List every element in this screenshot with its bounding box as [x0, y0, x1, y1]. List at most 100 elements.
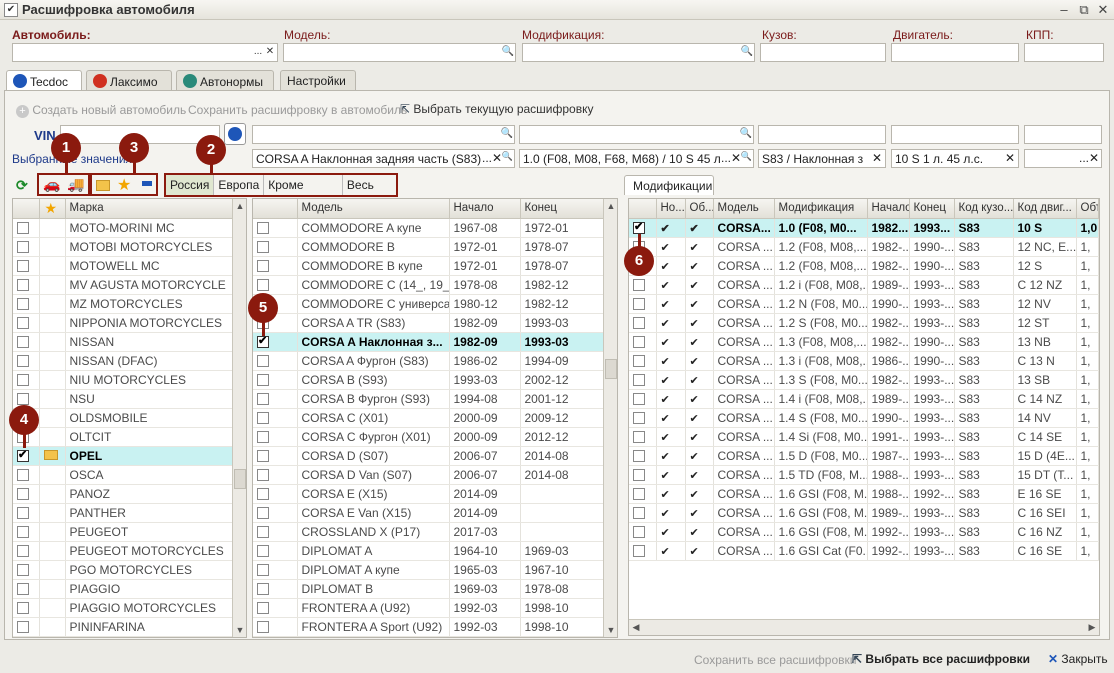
modification-row[interactable]: ✔ ✔ CORSA ... 1.2 N (F08, M0... 1990-... 1993…	[629, 294, 1099, 314]
brand-row[interactable]: OLDSMOBILE	[13, 408, 246, 428]
selected-modification-dots[interactable]: ...	[720, 151, 731, 165]
mods-scroll-left-icon[interactable]: ◀	[629, 620, 643, 634]
modification-checkbox[interactable]	[629, 294, 657, 314]
brand-checkbox[interactable]	[13, 370, 40, 390]
model-row[interactable]: CORSA C (X01) 2000-09 2009-12	[253, 408, 617, 428]
mods-body-code-header[interactable]: Код кузо...	[954, 199, 1014, 219]
model-checkbox[interactable]	[253, 351, 298, 371]
brand-favorite-cell[interactable]	[39, 256, 66, 276]
selected-gearbox-clear-icon[interactable]: ✕	[1089, 151, 1099, 165]
mods-model-header[interactable]: Модель	[713, 199, 775, 219]
brand-row[interactable]: MOTO-MORINI MC	[13, 218, 246, 238]
car-field[interactable]: ... ✕	[12, 43, 278, 62]
model-checkbox[interactable]	[253, 484, 298, 504]
brand-checkbox[interactable]	[13, 579, 40, 599]
model-checkbox[interactable]	[253, 579, 298, 599]
modification-checkbox[interactable]	[629, 446, 657, 466]
modification-checkbox[interactable]	[629, 541, 657, 561]
brands-scroll-thumb[interactable]	[234, 469, 246, 489]
brand-checkbox[interactable]	[13, 446, 40, 466]
models-scroll-thumb[interactable]	[605, 359, 617, 379]
brand-checkbox[interactable]	[13, 484, 40, 504]
tab-laximo[interactable]: Лаксимо	[86, 70, 172, 91]
brand-row[interactable]: PGO MOTORCYCLES	[13, 560, 246, 580]
model-row[interactable]: DIPLOMAT B 1969-03 1978-08	[253, 579, 617, 599]
modification-checkbox[interactable]	[629, 332, 657, 352]
model-checkbox[interactable]	[253, 465, 298, 485]
brand-row[interactable]: PEUGEOT	[13, 522, 246, 542]
mods-engine-code-header[interactable]: Код двиг...	[1013, 199, 1077, 219]
brand-row[interactable]: PIAGGIO	[13, 579, 246, 599]
model-checkbox[interactable]	[253, 408, 298, 428]
model-row[interactable]: DIPLOMAT A 1964-10 1969-03	[253, 541, 617, 561]
brand-checkbox[interactable]	[13, 351, 40, 371]
brand-favorite-cell[interactable]	[39, 275, 66, 295]
modification-checkbox[interactable]	[629, 351, 657, 371]
vin-body-field[interactable]	[758, 125, 886, 144]
create-car-button[interactable]: + Создать новый автомобиль	[16, 103, 186, 118]
mods-general-header[interactable]: Об...	[685, 199, 714, 219]
model-checkbox[interactable]	[253, 617, 298, 637]
selected-engine-field[interactable]: 10 S 1 л. 45 л.с. ✕	[891, 149, 1019, 168]
modification-checkbox[interactable]	[629, 389, 657, 409]
model-checkbox[interactable]	[253, 503, 298, 523]
car-icon[interactable]: 🚗	[43, 176, 60, 193]
model-row[interactable]: DIPLOMAT A купе 1965-03 1967-10	[253, 560, 617, 580]
brand-row[interactable]: NISSAN	[13, 332, 246, 352]
model-checkbox[interactable]	[253, 560, 298, 580]
modification-search-icon[interactable]: 🔍	[740, 44, 754, 61]
model-checkbox[interactable]	[253, 218, 298, 238]
modification-row[interactable]: ✔ ✔ CORSA ... 1.4 S (F08, M0... 1990-... 1993…	[629, 408, 1099, 428]
brand-favorite-cell[interactable]	[39, 560, 66, 580]
brands-name-header[interactable]: Марка	[65, 199, 246, 219]
mods-end-header[interactable]: Конец	[909, 199, 955, 219]
close-icon[interactable]: ✕	[1094, 1, 1112, 19]
vin-engine-field[interactable]	[891, 125, 1019, 144]
brand-favorite-cell[interactable]	[39, 408, 66, 428]
brand-checkbox[interactable]	[13, 332, 40, 352]
model-checkbox[interactable]	[253, 522, 298, 542]
save-decoding-button[interactable]: Сохранить расшифровку в автомобиль	[188, 103, 407, 117]
model-row[interactable]: COMMODORE B купе 1972-01 1978-07	[253, 256, 617, 276]
brand-row[interactable]: PANOZ	[13, 484, 246, 504]
brand-row[interactable]: MZ MOTORCYCLES	[13, 294, 246, 314]
modification-checkbox[interactable]	[629, 218, 657, 238]
model-checkbox[interactable]	[253, 427, 298, 447]
star-icon[interactable]: ★	[117, 175, 131, 195]
brand-row[interactable]: NIPPONIA MOTORCYCLES	[13, 313, 246, 333]
modification-row[interactable]: ✔ ✔ CORSA ... 1.4 Si (F08, M0... 1991-... 199…	[629, 427, 1099, 447]
select-all-button[interactable]: ⇱ Выбрать все расшифровки	[852, 652, 1030, 666]
refresh-icon[interactable]: ⟳	[16, 177, 28, 194]
tab-settings[interactable]: Настройки	[280, 70, 356, 91]
selected-engine-clear-icon[interactable]: ✕	[1004, 151, 1015, 165]
minus-icon[interactable]	[142, 181, 152, 186]
brand-checkbox[interactable]	[13, 237, 40, 257]
model-checkbox[interactable]	[253, 275, 298, 295]
mods-new-header[interactable]: Но...	[656, 199, 686, 219]
save-all-button[interactable]: Сохранить все расшифровки	[694, 653, 856, 667]
modification-row[interactable]: ✔ ✔ CORSA ... 1.6 GSI Cat (F0... 1992-... 199…	[629, 541, 1099, 561]
brand-favorite-cell[interactable]	[39, 522, 66, 542]
brand-checkbox[interactable]	[13, 275, 40, 295]
truck-icon[interactable]: 🚚	[67, 176, 84, 193]
model-row[interactable]: FRONTERA A (U92) 1992-03 1998-10	[253, 598, 617, 618]
scroll-up-icon[interactable]: ▲	[233, 199, 247, 213]
selected-model-dots[interactable]: ...	[481, 151, 492, 165]
brand-checkbox[interactable]	[13, 598, 40, 618]
models-scroll-up-icon[interactable]: ▲	[604, 199, 618, 213]
mods-check-header[interactable]	[629, 199, 657, 219]
model-row[interactable]: CORSA A Фургон (S83) 1986-02 1994-09	[253, 351, 617, 371]
brand-row[interactable]: PEUGEOT MOTORCYCLES	[13, 541, 246, 561]
model-checkbox[interactable]	[253, 256, 298, 276]
region-non-europe-button[interactable]: Кроме европы	[264, 175, 343, 212]
selected-modification-clear-icon[interactable]: ✕	[730, 151, 741, 165]
modification-checkbox[interactable]	[629, 465, 657, 485]
selected-model-field[interactable]: CORSA A Наклонная задняя часть (S83) ...…	[252, 149, 515, 168]
brand-checkbox[interactable]	[13, 541, 40, 561]
model-checkbox[interactable]	[253, 370, 298, 390]
selected-model-search-icon[interactable]: 🔍	[501, 151, 513, 162]
maximize-icon[interactable]: ⧉	[1075, 1, 1093, 19]
brand-favorite-cell[interactable]	[39, 313, 66, 333]
modification-checkbox[interactable]	[629, 313, 657, 333]
brand-checkbox[interactable]	[13, 256, 40, 276]
